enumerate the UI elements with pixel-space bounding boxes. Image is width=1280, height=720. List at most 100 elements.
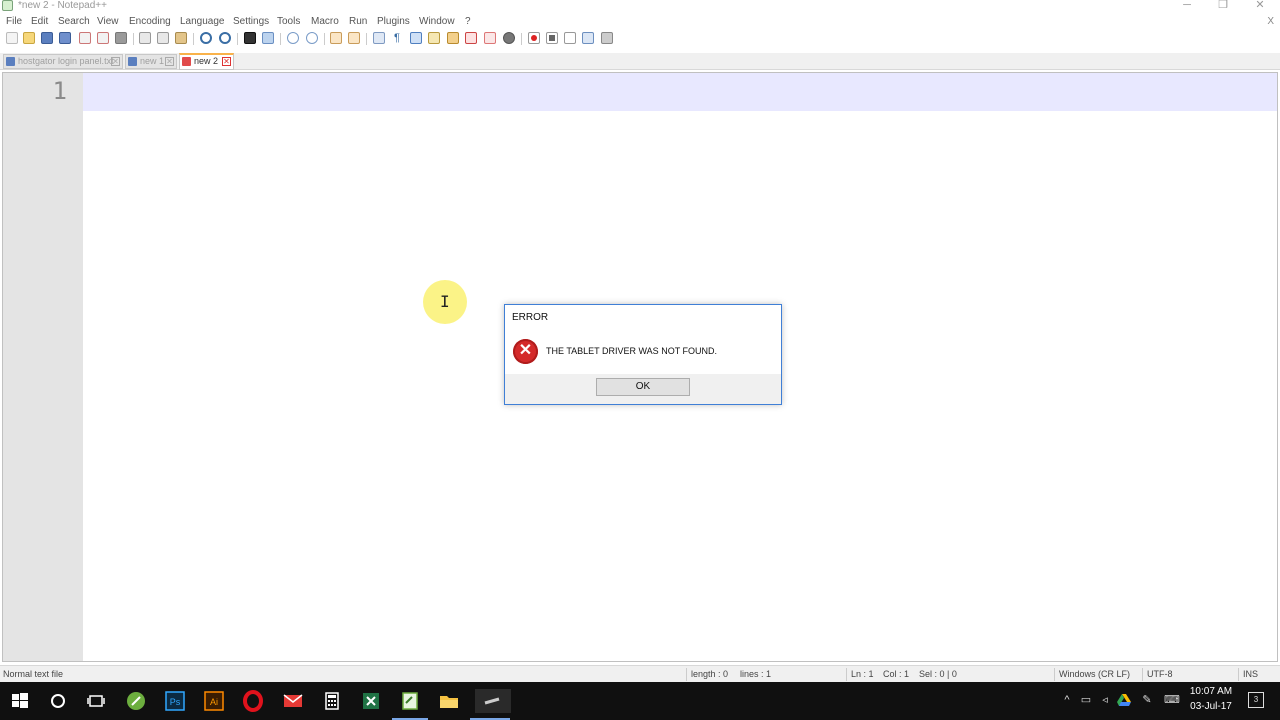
redo-icon[interactable]: [219, 32, 231, 44]
menu-search[interactable]: Search: [58, 15, 90, 29]
cut-icon[interactable]: [139, 32, 151, 44]
new-file-icon[interactable]: [6, 32, 18, 44]
error-dialog: ERROR ✕ THE TABLET DRIVER WAS NOT FOUND.…: [504, 304, 782, 405]
paste-icon[interactable]: [175, 32, 187, 44]
google-drive-icon[interactable]: [1117, 693, 1131, 707]
show-hidden-icons-icon[interactable]: ^: [1060, 693, 1074, 707]
tab-label: new 1: [140, 56, 165, 66]
clock-time[interactable]: 10:07 AM: [1184, 686, 1238, 697]
menu-macro[interactable]: Macro: [311, 15, 339, 29]
excel-icon[interactable]: [359, 689, 383, 713]
tablet-app-icon[interactable]: [475, 689, 511, 713]
dialog-title-bar: ERROR: [505, 305, 781, 329]
menu-run[interactable]: Run: [349, 15, 367, 29]
calculator-icon[interactable]: [320, 689, 344, 713]
tab-hostgator-login-panel[interactable]: hostgator login panel.txt ✕: [3, 54, 123, 69]
coreldraw-icon[interactable]: [124, 689, 148, 713]
menu-tools[interactable]: Tools: [277, 15, 300, 29]
menu-window[interactable]: Window: [419, 15, 455, 29]
close-file-icon[interactable]: [79, 32, 91, 44]
function-list-icon[interactable]: [465, 32, 477, 44]
toolbar-separator: [366, 33, 367, 45]
word-wrap-icon[interactable]: [373, 32, 385, 44]
document-map-icon[interactable]: [447, 32, 459, 44]
clock-date[interactable]: 03-Jul-17: [1184, 701, 1238, 712]
close-document-button[interactable]: X: [1267, 15, 1274, 29]
notepad-plus-plus-icon: [2, 0, 13, 11]
replace-icon[interactable]: [262, 32, 274, 44]
status-insert-mode: INS: [1243, 669, 1259, 679]
menu-help[interactable]: ?: [465, 15, 471, 29]
tab-new-2[interactable]: new 2 ✕: [179, 53, 234, 70]
windows-start-icon[interactable]: [8, 689, 32, 713]
close-button[interactable]: ✕: [1243, 0, 1277, 13]
volume-icon[interactable]: ◃: [1098, 693, 1112, 707]
tab-label: new 2: [194, 56, 219, 66]
restore-button[interactable]: ❐: [1206, 0, 1240, 13]
illustrator-icon[interactable]: Ai: [202, 689, 226, 713]
dialog-body: ✕ THE TABLET DRIVER WAS NOT FOUND.: [505, 329, 781, 374]
line-number: 1: [52, 77, 67, 105]
close-tab-icon[interactable]: ✕: [165, 57, 174, 66]
find-icon[interactable]: [244, 32, 256, 44]
status-separator: [1054, 668, 1055, 681]
mail-icon[interactable]: [281, 689, 305, 713]
keyboard-icon[interactable]: ⌨: [1163, 693, 1181, 707]
menu-encoding[interactable]: Encoding: [129, 15, 171, 29]
notepad-plus-plus-taskbar-icon[interactable]: [398, 689, 422, 713]
action-center-icon[interactable]: 3: [1248, 692, 1264, 708]
show-all-characters-icon[interactable]: ¶: [391, 32, 403, 44]
svg-text:Ps: Ps: [170, 697, 181, 707]
open-file-icon[interactable]: [23, 32, 35, 44]
close-tab-icon[interactable]: ✕: [222, 57, 231, 66]
run-macro-multiple-icon[interactable]: [582, 32, 594, 44]
text-cursor-icon: I: [440, 292, 450, 311]
menu-view[interactable]: View: [97, 15, 119, 29]
network-icon[interactable]: ▭: [1079, 693, 1093, 707]
undo-icon[interactable]: [200, 32, 212, 44]
zoom-in-icon[interactable]: [287, 32, 299, 44]
monitoring-icon[interactable]: [503, 32, 515, 44]
sync-vertical-icon[interactable]: [330, 32, 342, 44]
opera-icon[interactable]: [241, 689, 265, 713]
toolbar-separator: [280, 33, 281, 45]
zoom-out-icon[interactable]: [306, 32, 318, 44]
menu-settings[interactable]: Settings: [233, 15, 269, 29]
current-line-highlight: [83, 73, 1277, 111]
playback-macro-icon[interactable]: [564, 32, 576, 44]
photoshop-icon[interactable]: Ps: [163, 689, 187, 713]
file-explorer-icon[interactable]: [437, 689, 461, 713]
status-length: length : 0: [691, 669, 729, 679]
tab-new-1[interactable]: new 1 ✕: [125, 54, 177, 69]
status-separator: [1142, 668, 1143, 681]
saved-file-icon: [128, 57, 137, 66]
search-icon[interactable]: [46, 689, 70, 713]
folder-as-workspace-icon[interactable]: [484, 32, 496, 44]
indent-guide-icon[interactable]: [410, 32, 422, 44]
menu-edit[interactable]: Edit: [31, 15, 48, 29]
unsaved-file-icon: [182, 57, 191, 66]
toolbar: ¶: [0, 30, 1280, 48]
stop-recording-icon[interactable]: [546, 32, 558, 44]
toolbar-separator: [324, 33, 325, 45]
close-all-icon[interactable]: [97, 32, 109, 44]
menu-language[interactable]: Language: [180, 15, 225, 29]
copy-icon[interactable]: [157, 32, 169, 44]
print-icon[interactable]: [115, 32, 127, 44]
user-defined-language-icon[interactable]: [428, 32, 440, 44]
status-separator: [1238, 668, 1239, 681]
save-all-icon[interactable]: [59, 32, 71, 44]
ok-button[interactable]: OK: [596, 378, 690, 396]
minimize-button[interactable]: ─: [1170, 0, 1204, 13]
close-tab-icon[interactable]: ✕: [111, 57, 120, 66]
status-lines: lines : 1: [740, 669, 772, 679]
task-view-icon[interactable]: [84, 689, 108, 713]
record-macro-icon[interactable]: [528, 32, 540, 44]
sync-horizontal-icon[interactable]: [348, 32, 360, 44]
save-icon[interactable]: [41, 32, 53, 44]
menu-plugins[interactable]: Plugins: [377, 15, 410, 29]
pen-workspace-icon[interactable]: ✎: [1140, 693, 1154, 707]
status-separator: [686, 668, 687, 681]
menu-file[interactable]: File: [6, 15, 22, 29]
save-macro-icon[interactable]: [601, 32, 613, 44]
